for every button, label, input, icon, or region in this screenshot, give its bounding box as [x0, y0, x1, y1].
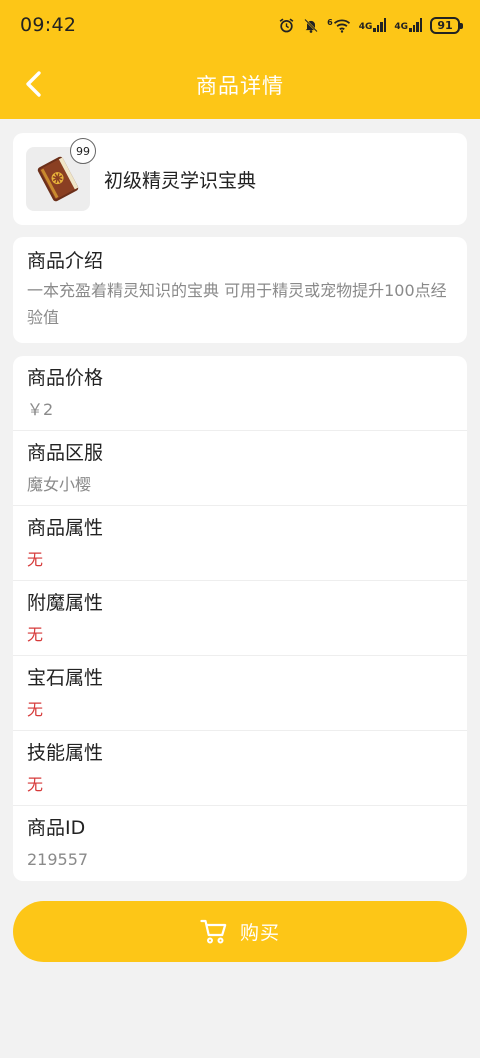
- detail-value: 无: [27, 625, 44, 644]
- signal-icon-sim2: 4G: [394, 18, 422, 32]
- status-bar: 09:42 6 4G 4G 91: [0, 0, 480, 50]
- detail-row-gem: 宝石属性 无: [13, 656, 467, 731]
- buy-label: 购买: [239, 923, 280, 944]
- intro-description: 一本充盈着精灵知识的宝典 可用于精灵或宠物提升100点经验值: [27, 281, 447, 327]
- alarm-icon: [278, 17, 295, 34]
- mute-bell-icon: [303, 17, 319, 34]
- battery-level: 91: [437, 18, 453, 32]
- detail-label: 商品区服: [27, 442, 104, 464]
- detail-label: 宝石属性: [27, 667, 104, 689]
- signal-label-sim1: 4G: [358, 22, 373, 32]
- book-icon: [37, 156, 79, 202]
- signal-icon-sim1: 4G: [359, 18, 387, 32]
- detail-label: 附魔属性: [27, 592, 104, 614]
- product-thumbnail: 99: [26, 138, 96, 211]
- detail-value: 魔女小樱: [27, 475, 92, 494]
- detail-row-enchant: 附魔属性 无: [13, 581, 467, 656]
- detail-label: 技能属性: [27, 742, 104, 764]
- status-icons: 6 4G 4G 91: [278, 16, 463, 34]
- detail-label: 商品ID: [27, 817, 86, 839]
- nav-bar: 商品详情: [0, 50, 480, 119]
- intro-title: 商品介绍: [27, 250, 104, 272]
- signal-label-sim2: 4G: [394, 22, 408, 32]
- chevron-left-icon: [26, 71, 41, 97]
- battery-icon: 91: [430, 16, 463, 34]
- detail-row-id: 商品ID 219557: [13, 806, 467, 881]
- product-name: 初级精灵学识宝典: [104, 169, 257, 192]
- detail-row-server: 商品区服 魔女小樱: [13, 431, 467, 506]
- quantity-badge: 99: [70, 138, 96, 164]
- cart-icon: [200, 919, 227, 943]
- detail-value: 无: [27, 775, 44, 794]
- detail-value: ￥2: [27, 400, 54, 419]
- detail-value: 无: [27, 550, 44, 569]
- buy-button[interactable]: 购买: [13, 901, 467, 962]
- detail-row-skill: 技能属性 无: [13, 731, 467, 806]
- back-button[interactable]: [14, 64, 54, 104]
- intro-card: 商品介绍 一本充盈着精灵知识的宝典 可用于精灵或宠物提升100点经验值: [13, 237, 467, 343]
- page-title: 商品详情: [196, 73, 284, 98]
- status-time: 09:42: [20, 14, 77, 36]
- detail-card: 商品价格 ￥2 商品区服 魔女小樱 商品属性 无 附魔属性 无 宝石属性 无 技…: [13, 356, 467, 881]
- detail-row-attributes: 商品属性 无: [13, 506, 467, 581]
- detail-value: 无: [27, 700, 44, 719]
- wifi-icon: 6: [327, 18, 351, 33]
- product-card[interactable]: 99 初级精灵学识宝典: [13, 133, 467, 225]
- detail-label: 商品价格: [27, 367, 104, 389]
- detail-row-price: 商品价格 ￥2: [13, 356, 467, 431]
- detail-value: 219557: [27, 850, 89, 869]
- detail-label: 商品属性: [27, 517, 104, 539]
